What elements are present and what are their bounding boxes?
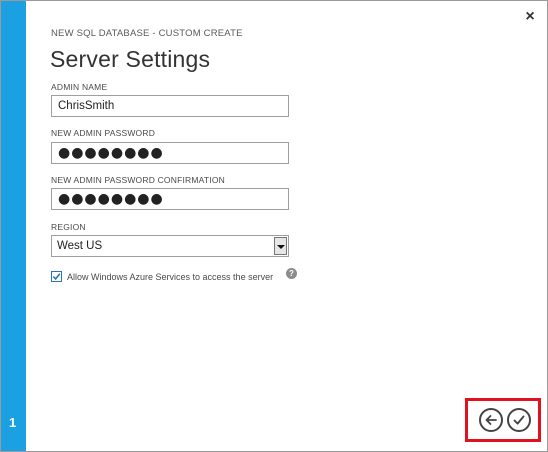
wizard-subtitle: NEW SQL DATABASE - CUSTOM CREATE xyxy=(51,28,243,39)
region-select[interactable]: West US xyxy=(51,235,289,257)
checkmark-icon xyxy=(52,273,61,281)
allow-azure-checkbox[interactable] xyxy=(51,271,62,282)
chevron-down-icon[interactable] xyxy=(274,237,287,255)
admin-name-field[interactable]: ChrisSmith xyxy=(51,95,289,117)
page-title: Server Settings xyxy=(50,46,211,72)
admin-password-label: NEW ADMIN PASSWORD xyxy=(51,128,156,138)
help-icon[interactable]: ? xyxy=(286,268,297,279)
wizard-dialog: 1 × NEW SQL DATABASE - CUSTOM CREATE Ser… xyxy=(0,0,548,452)
back-button[interactable] xyxy=(479,408,503,432)
step-rail: 1 xyxy=(1,1,26,451)
checkmark-icon xyxy=(513,415,525,425)
region-label: REGION xyxy=(51,222,86,232)
close-icon[interactable]: × xyxy=(523,9,537,25)
region-select-value: West US xyxy=(57,240,103,252)
arrow-left-icon xyxy=(485,415,497,425)
step-number: 1 xyxy=(9,415,17,430)
complete-button[interactable] xyxy=(507,408,531,432)
admin-password-confirm-label: NEW ADMIN PASSWORD CONFIRMATION xyxy=(51,175,225,185)
admin-password-field[interactable]: ●●●●●●●● xyxy=(51,142,289,164)
admin-name-label: ADMIN NAME xyxy=(51,82,108,92)
allow-azure-label: Allow Windows Azure Services to access t… xyxy=(67,272,274,282)
admin-password-confirm-field[interactable]: ●●●●●●●● xyxy=(51,188,289,210)
